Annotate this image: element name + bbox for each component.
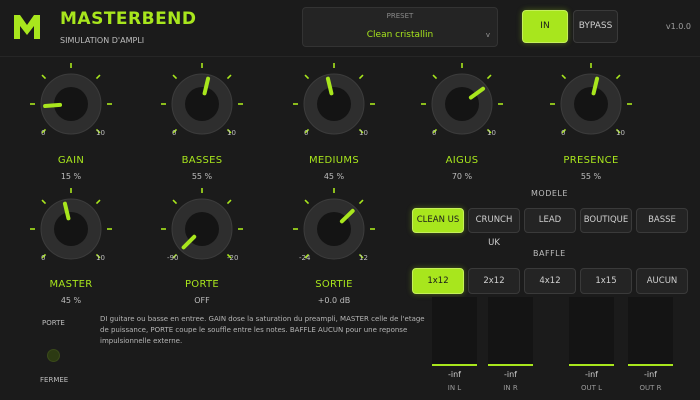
knob-tick (561, 74, 567, 80)
baffle-option-1x15[interactable]: 1x15 (580, 268, 632, 294)
porte-max-label: -20 (227, 254, 239, 262)
modele-option-boutique[interactable]: BOUTIQUE (580, 208, 632, 233)
basses-value: 55 % (191, 172, 213, 181)
preset-label: PRESET (386, 12, 414, 20)
modele-option-basse[interactable]: BASSE (636, 208, 688, 233)
knob-tick (304, 74, 310, 80)
baffle-option-4x12[interactable]: 4x12 (524, 268, 576, 294)
porte-value: OFF (194, 296, 210, 305)
app-subtitle: SIMULATION D'AMPLI (60, 36, 145, 45)
master-max-label: 10 (96, 254, 105, 262)
modele-option-crunch-uk[interactable]: CRUNCH UK (468, 208, 520, 248)
meter-value: -inf (504, 370, 517, 379)
modele-option-clean-us[interactable]: CLEAN US (412, 208, 464, 233)
modele-title: MODELE (531, 189, 568, 198)
mediums-min-label: 0 (304, 129, 309, 137)
meter-value: -inf (448, 370, 461, 379)
basses-label: BASSES (181, 155, 223, 166)
gain-max-label: 10 (96, 129, 105, 137)
meter-value: -inf (585, 370, 598, 379)
knob-tick (95, 199, 101, 205)
baffle-title: BAFFLE (533, 249, 566, 258)
mediums-label: MEDIUMS (309, 155, 359, 166)
version-label: v1.0.0 (665, 22, 691, 31)
baffle-option-aucun[interactable]: AUCUN (636, 268, 688, 294)
sortie-label: SORTIE (315, 279, 353, 290)
mediums-value: 45 % (323, 172, 345, 181)
meter-fill (628, 364, 673, 366)
app-title: MASTERBEND (60, 9, 197, 29)
preset-selector[interactable]: PRESET Clean cristallin v (302, 7, 498, 47)
meter-label: OUT L (580, 384, 603, 392)
knob-tick (358, 74, 364, 80)
meter-in-r (488, 297, 533, 366)
in-button[interactable]: IN (522, 10, 568, 43)
presence-label: PRESENCE (563, 155, 619, 166)
meter-label: IN L (447, 384, 462, 392)
info-text: DI guitare ou basse en entree. GAIN dose… (100, 315, 425, 345)
meter-fill (432, 364, 477, 366)
preset-value: Clean cristallin (366, 30, 434, 40)
knob-tick (486, 74, 492, 80)
master-min-label: 0 (41, 254, 46, 262)
porte-label: PORTE (184, 279, 220, 290)
porte-min-label: -90 (167, 254, 179, 262)
gate-indicator-state: FERMEE (40, 376, 69, 384)
presence-min-label: 0 (561, 129, 566, 137)
presence-value: 55 % (580, 172, 602, 181)
basses-max-label: 10 (227, 129, 236, 137)
presence-max-label: 10 (616, 129, 625, 137)
sortie-min-label: -24 (299, 254, 311, 262)
modele-option-lead[interactable]: LEAD (524, 208, 576, 233)
logo-icon (14, 15, 40, 39)
bypass-button[interactable]: BYPASS (573, 10, 618, 43)
knob-tick (432, 74, 438, 80)
knob-tick (226, 74, 232, 80)
gain-label: GAIN (57, 155, 85, 166)
chevron-down-icon: v (485, 31, 490, 39)
gain-min-label: 0 (41, 129, 46, 137)
mediums-max-label: 10 (359, 129, 368, 137)
meter-fill (569, 364, 614, 366)
baffle-option-1x12[interactable]: 1x12 (412, 268, 464, 294)
knob-tick (172, 74, 178, 80)
meter-label: OUT R (639, 384, 662, 392)
gate-led (47, 349, 60, 362)
gain-value: 15 % (60, 172, 82, 181)
aigus-value: 70 % (451, 172, 473, 181)
knob-tick (226, 199, 232, 205)
master-label: MASTER (49, 279, 93, 290)
aigus-label: AIGUS (445, 155, 479, 166)
meter-label: IN R (503, 384, 518, 392)
sortie-max-label: 12 (359, 254, 368, 262)
meter-out-l (569, 297, 614, 366)
aigus-min-label: 0 (432, 129, 437, 137)
knob-pointer (43, 102, 63, 109)
knob-tick (41, 74, 47, 80)
meter-fill (488, 364, 533, 366)
master-value: 45 % (60, 296, 82, 305)
meter-in-l (432, 297, 477, 366)
knob-tick (41, 199, 47, 205)
knob-tick (615, 74, 621, 80)
meter-value: -inf (644, 370, 657, 379)
basses-min-label: 0 (172, 129, 177, 137)
knob-tick (172, 199, 178, 205)
knob-tick (358, 199, 364, 205)
sortie-value: +0.0 dB (317, 296, 351, 305)
gate-indicator-title: PORTE (42, 319, 65, 327)
baffle-option-2x12[interactable]: 2x12 (468, 268, 520, 294)
aigus-max-label: 10 (487, 129, 496, 137)
knob-tick (95, 74, 101, 80)
knob-tick (304, 199, 310, 205)
meter-out-r (628, 297, 673, 366)
